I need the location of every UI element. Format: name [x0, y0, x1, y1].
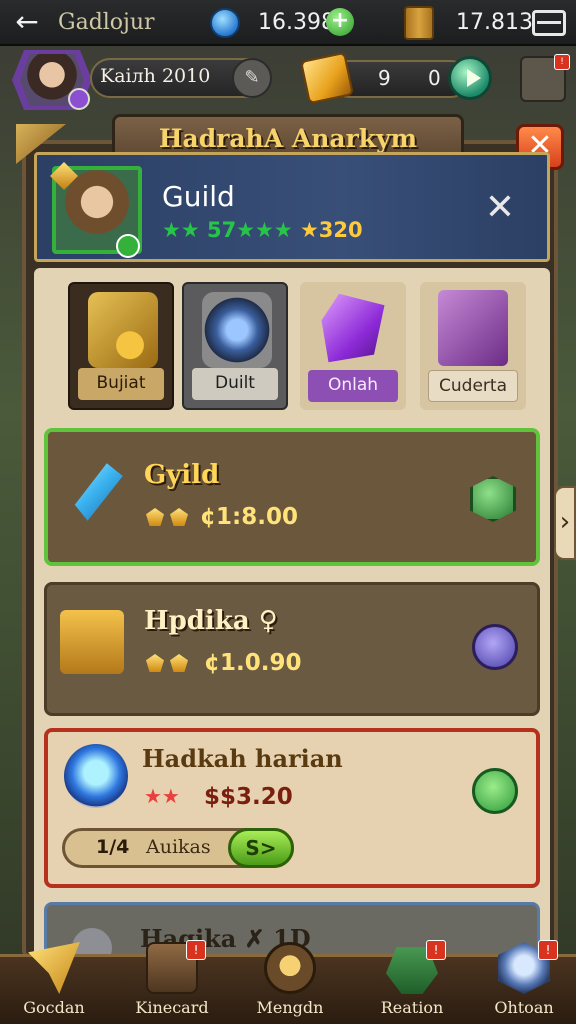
nav-badge: ! — [186, 940, 206, 960]
nav-label: Reation — [380, 998, 444, 1017]
item-title: Hpdika ♀ — [144, 606, 278, 636]
category-tab-4[interactable]: Cuderta — [420, 282, 526, 410]
app-title: Gadlojur — [58, 10, 155, 35]
item-title: Gyild — [144, 460, 220, 490]
category-tab-3[interactable]: Onlah — [300, 282, 406, 410]
guild-stats: ★★ 57★★★ ★320 — [162, 218, 363, 242]
category-label: Duilt — [192, 368, 278, 400]
gold-cart-icon — [60, 610, 124, 674]
gold-count-a: 9 — [378, 66, 391, 90]
nav-label: Ohtoan — [494, 998, 554, 1017]
gold-bar-icon — [299, 51, 355, 105]
nav-item-5[interactable]: ! Ohtoan — [476, 940, 572, 1024]
close-icon: ✕ — [484, 187, 516, 228]
gift-box-icon — [438, 290, 508, 366]
sword-icon — [28, 942, 80, 994]
category-label: Onlah — [308, 370, 398, 402]
guild-name: Guild — [162, 180, 235, 213]
nav-item-2[interactable]: ! Kinecard — [124, 940, 220, 1024]
pencil-icon: ✎ — [244, 67, 260, 88]
gold-count-b: 0 — [428, 66, 441, 90]
chevron-right-icon: › — [559, 507, 571, 537]
guild-dismiss-button[interactable]: ✕ — [480, 188, 520, 228]
nav-item-4[interactable]: ! Reation — [364, 940, 460, 1024]
item-card-selected[interactable] — [44, 428, 540, 566]
category-tab-2[interactable]: Duilt — [182, 282, 288, 410]
edit-name-button[interactable]: ✎ — [232, 58, 272, 98]
category-label: Bujiat — [78, 368, 164, 400]
buy-button[interactable] — [472, 624, 518, 670]
progress-count: 1/4 — [96, 836, 130, 858]
treasure-chest-icon — [88, 292, 158, 368]
item-price: ¢1:8.00 — [200, 504, 298, 530]
arrow-left-icon: ← — [15, 5, 39, 38]
top-status-bar: ← Gadlojur 16.398 + 17.813 — [0, 0, 576, 46]
back-button[interactable]: ← — [10, 6, 44, 40]
add-gems-button[interactable]: + — [326, 8, 354, 36]
item-title: Hadkah harian — [142, 744, 343, 773]
coin-currency-icon — [404, 6, 434, 40]
gem-currency-icon — [210, 8, 240, 38]
nav-label: Mengdn — [256, 998, 324, 1017]
player-rank-badge — [68, 88, 90, 110]
item-stars: ★★ — [144, 784, 180, 808]
nav-label: Gocdan — [23, 998, 85, 1017]
gem-balance: 16.398 — [258, 10, 335, 35]
panel-title: HadrahA Anarkym — [158, 124, 418, 153]
menu-icon[interactable] — [532, 10, 566, 36]
item-price: $$3.20 — [204, 784, 293, 810]
next-page-arrow[interactable]: › — [554, 486, 576, 560]
category-label: Cuderta — [428, 370, 518, 402]
notification-badge: ! — [554, 54, 570, 70]
coin-balance: 17.813 — [456, 10, 533, 35]
guild-level-stars: ★★ 57★★★ — [162, 218, 293, 242]
play-button[interactable] — [448, 56, 492, 100]
item-price: ¢1.0.90 — [204, 650, 302, 676]
player-name: Kaiлh 2010 — [100, 65, 211, 87]
home-icon — [264, 942, 316, 994]
category-tab-1[interactable]: Bujiat — [68, 282, 174, 410]
portal-orb-icon — [202, 292, 272, 368]
guild-verified-badge — [116, 234, 140, 258]
nav-badge: ! — [426, 940, 446, 960]
nav-badge: ! — [538, 940, 558, 960]
buy-button[interactable] — [472, 768, 518, 814]
purple-gem-icon — [321, 293, 385, 363]
nav-label: Kinecard — [135, 998, 209, 1017]
nav-item-1[interactable]: Gocdan — [6, 942, 102, 1024]
nav-item-3[interactable]: Mengdn — [242, 942, 338, 1024]
progress-name: Auikas — [146, 836, 211, 858]
blue-shield-icon — [64, 744, 128, 808]
guild-score: ★320 — [299, 218, 363, 242]
progress-claim-button[interactable]: S> — [228, 828, 294, 868]
